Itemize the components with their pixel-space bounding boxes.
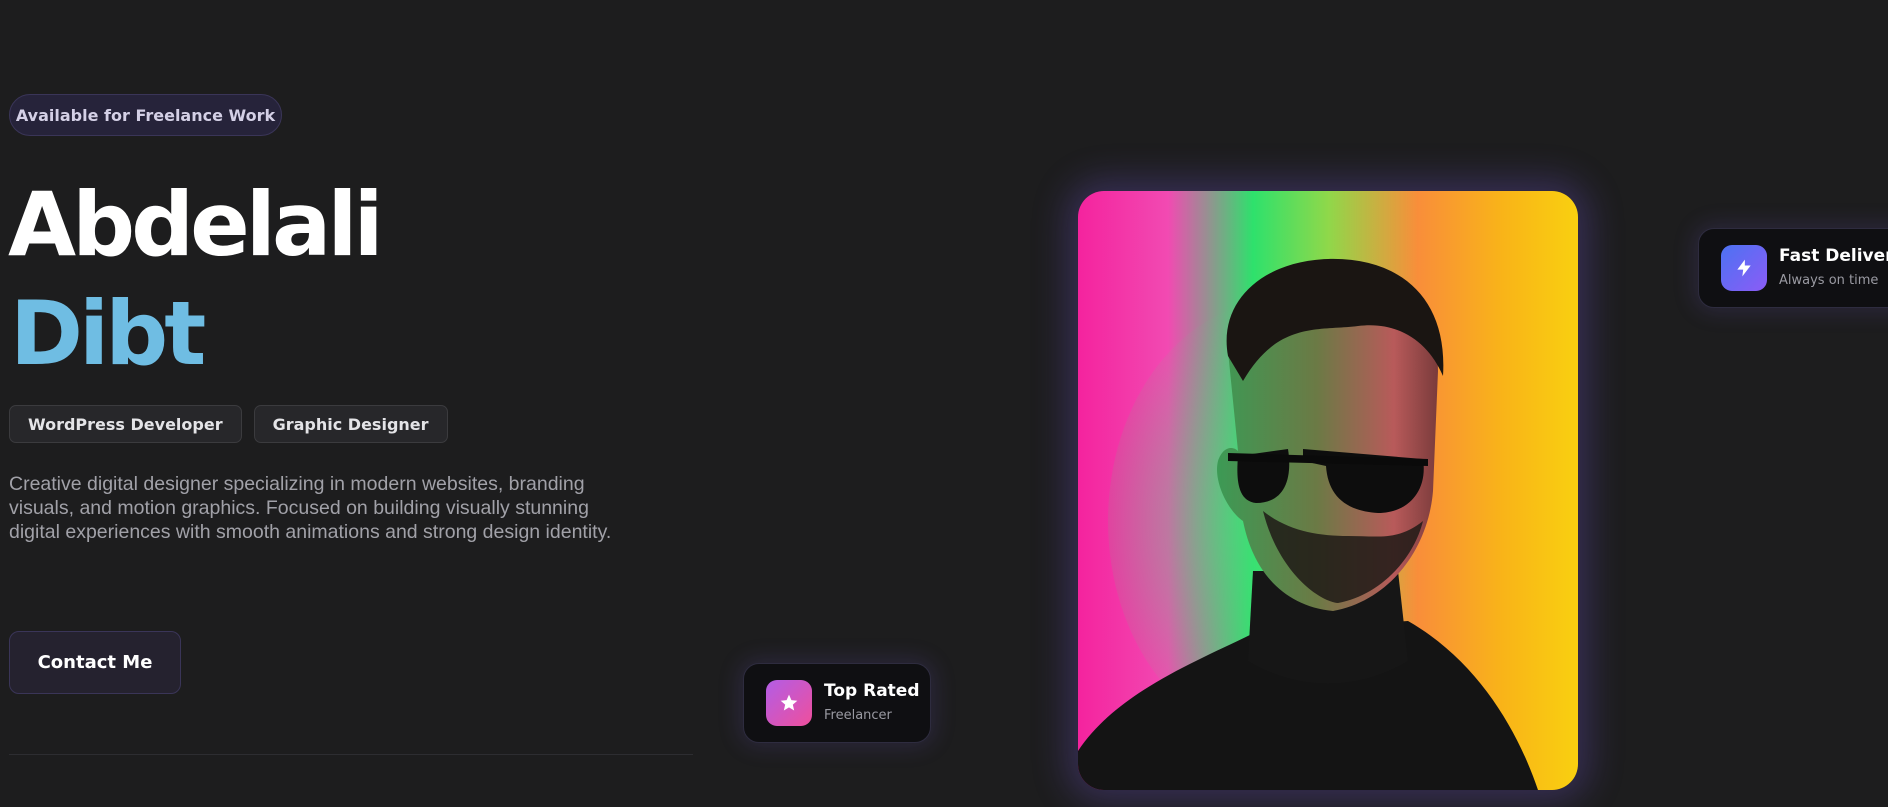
fast-delivery-title: Fast Delivery <box>1779 246 1888 266</box>
top-rated-subtitle: Freelancer <box>824 708 892 723</box>
top-rated-card: Top Rated Freelancer <box>743 663 931 743</box>
divider <box>9 754 693 755</box>
fast-delivery-card: Fast Delivery Always on time <box>1698 228 1888 308</box>
top-rated-title: Top Rated <box>824 681 920 701</box>
first-name-heading: Abdelali <box>8 173 384 276</box>
hero-description: Creative digital designer specializing i… <box>9 473 612 543</box>
availability-badge: Available for Freelance Work <box>9 94 282 136</box>
role-tags: WordPress Developer Graphic Designer <box>9 405 448 443</box>
lightning-icon <box>1721 245 1767 291</box>
last-name-heading: Dibt <box>10 282 206 385</box>
fast-delivery-subtitle: Always on time <box>1779 273 1879 288</box>
star-icon <box>766 680 812 726</box>
profile-photo <box>1078 191 1578 790</box>
tag-wordpress-developer: WordPress Developer <box>9 405 242 443</box>
portrait-illustration <box>1078 258 1538 790</box>
tag-graphic-designer: Graphic Designer <box>253 405 448 443</box>
hero-section: Available for Freelance Work Abdelali Di… <box>0 0 1888 807</box>
contact-me-button[interactable]: Contact Me <box>9 631 181 694</box>
